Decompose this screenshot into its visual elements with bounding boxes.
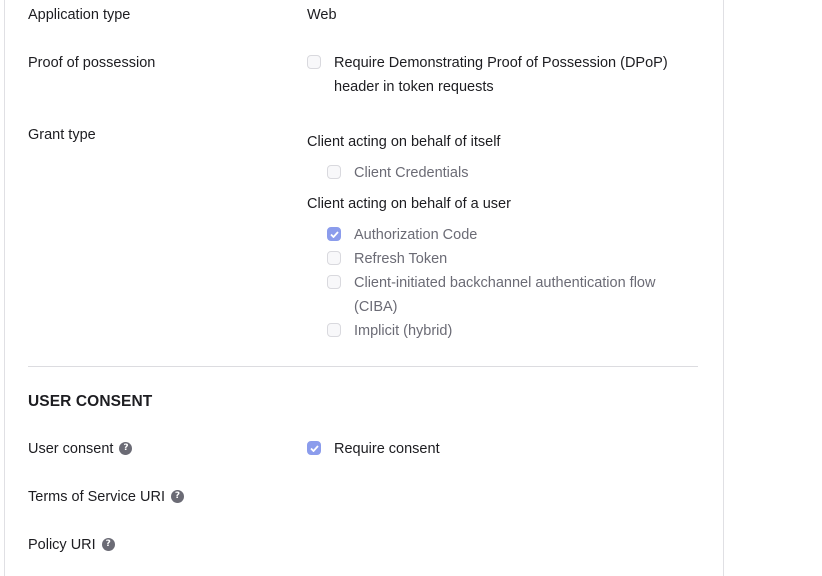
grant-type-label: Grant type <box>28 127 96 143</box>
dpop-option-line2: header in token requests <box>334 79 494 95</box>
ciba-option[interactable]: Client-initiated backchannel authenticat… <box>327 271 655 319</box>
tos-help-icon[interactable]: ? <box>170 489 184 503</box>
grant-group-self-heading: Client acting on behalf of itself <box>307 134 501 150</box>
ciba-label-line1: Client-initiated backchannel authenticat… <box>354 275 656 291</box>
implicit-hybrid-checkbox[interactable] <box>327 323 341 337</box>
proof-of-possession-label: Proof of possession <box>28 55 156 71</box>
policy-row-label: Policy URI? <box>28 533 115 557</box>
client-credentials-option[interactable]: Client Credentials <box>327 161 468 185</box>
implicit-hybrid-label: Implicit (hybrid) <box>354 323 453 339</box>
grant-group-user-heading: Client acting on behalf of a user <box>307 196 511 212</box>
user-consent-row-label: User consent? <box>28 437 133 461</box>
policy-help-icon[interactable]: ? <box>101 537 115 551</box>
ciba-checkbox[interactable] <box>327 275 341 289</box>
tos-uri-label: Terms of Service URI <box>28 489 165 505</box>
implicit-hybrid-option[interactable]: Implicit (hybrid) <box>327 319 452 343</box>
refresh-token-label: Refresh Token <box>354 251 448 267</box>
refresh-token-option[interactable]: Refresh Token <box>327 247 447 271</box>
authorization-code-option[interactable]: Authorization Code <box>327 223 477 247</box>
user-consent-help-icon[interactable]: ? <box>119 441 133 455</box>
refresh-token-checkbox[interactable] <box>327 251 341 265</box>
authorization-code-label: Authorization Code <box>354 227 478 243</box>
authorization-code-checkbox[interactable] <box>327 227 341 241</box>
user-consent-label: User consent <box>28 441 114 457</box>
application-type-value: Web <box>307 7 337 23</box>
tos-row-label: Terms of Service URI? <box>28 485 184 509</box>
ciba-label-line2: (CIBA) <box>354 299 398 315</box>
application-type-label: Application type <box>28 7 131 23</box>
policy-uri-label: Policy URI <box>28 537 96 553</box>
section-divider <box>28 366 698 367</box>
client-credentials-checkbox[interactable] <box>327 165 341 179</box>
dpop-checkbox[interactable] <box>307 55 321 69</box>
require-consent-option[interactable]: Require consent <box>307 437 440 461</box>
dpop-option[interactable]: Require Demonstrating Proof of Possessio… <box>307 51 668 99</box>
user-consent-section-title: USER CONSENT <box>28 393 153 410</box>
client-credentials-label: Client Credentials <box>354 165 469 181</box>
require-consent-checkbox[interactable] <box>307 441 321 455</box>
dpop-option-line1: Require Demonstrating Proof of Possessio… <box>334 55 668 71</box>
require-consent-label: Require consent <box>334 441 440 457</box>
